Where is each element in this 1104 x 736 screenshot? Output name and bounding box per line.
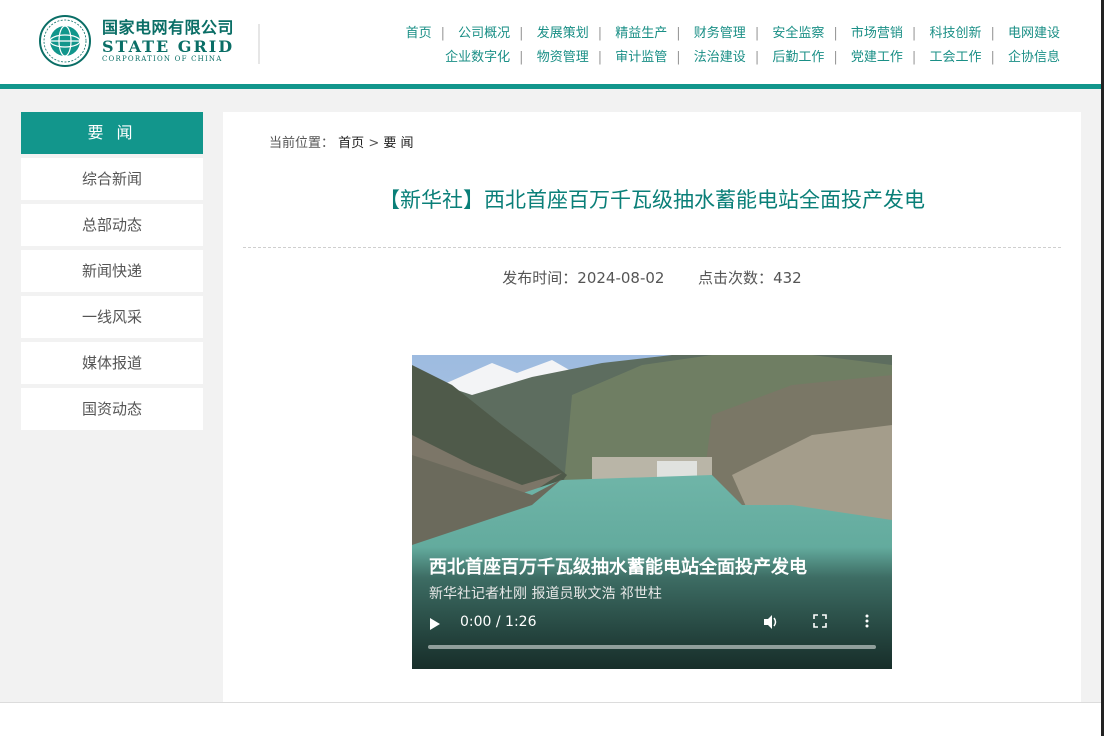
logo[interactable]: 国家电网有限公司 STATE GRID CORPORATION OF CHINA (38, 14, 234, 68)
nav-separator: | (754, 50, 760, 65)
logo-divider (258, 24, 260, 64)
nav-item-innovation[interactable]: 科技创新 (929, 26, 981, 41)
nav-separator: | (597, 26, 603, 41)
nav-item-lean-production[interactable]: 精益生产 (615, 26, 667, 41)
nav-separator: | (833, 26, 838, 41)
nav-item-safety[interactable]: 安全监察 (772, 26, 824, 41)
logo-english-name: STATE GRID (102, 36, 235, 56)
nav-item-home[interactable]: 首页 (406, 26, 432, 41)
nav-item-marketing[interactable]: 市场营销 (851, 26, 903, 41)
nav-separator: | (440, 26, 446, 41)
sidebar: 要 闻 综合新闻 总部动态 新闻快递 一线风采 媒体报道 国资动态 (21, 112, 203, 430)
logo-chinese-name: 国家电网有限公司 (102, 17, 235, 37)
video-credits: 新华社记者杜刚 报道员耿文浩 祁世柱 (429, 586, 662, 602)
nav-separator: | (990, 50, 995, 65)
article-panel: 当前位置： 首页 > 要 闻 【新华社】西北首座百万千瓦级抽水蓄能电站全面投产发… (223, 112, 1081, 703)
title-divider (243, 247, 1061, 248)
nav-item-development-planning[interactable]: 发展策划 (537, 26, 589, 41)
nav-separator: | (676, 50, 681, 65)
logo-english-subtitle: CORPORATION OF CHINA (102, 54, 223, 63)
nav-separator: | (990, 26, 995, 41)
site-header: 国家电网有限公司 STATE GRID CORPORATION OF CHINA… (0, 0, 1104, 86)
nav-item-union[interactable]: 工会工作 (929, 50, 981, 65)
sidebar-item-frontline[interactable]: 一线风采 (21, 296, 203, 338)
video-time: 0:00 / 1:26 (460, 614, 537, 630)
fullscreen-icon[interactable] (813, 614, 827, 632)
video-player[interactable]: 西北首座百万千瓦级抽水蓄能电站全面投产发电 新华社记者杜刚 报道员耿文浩 祁世柱… (412, 355, 892, 669)
click-count: 432 (773, 269, 802, 287)
publish-label: 发布时间： (502, 269, 578, 287)
sidebar-item-sasac-updates[interactable]: 国资动态 (21, 388, 203, 430)
nav-row-1: 首页 | 公司概况 | 发展策划 | 精益生产 | 财务管理 | 安全监察 | 市场营销 | … (406, 22, 1060, 46)
nav-separator: | (911, 26, 917, 41)
nav-separator: | (911, 50, 917, 65)
nav-item-association[interactable]: 企协信息 (1008, 50, 1060, 65)
video-title: 西北首座百万千瓦级抽水蓄能电站全面投产发电 (429, 557, 807, 578)
article-meta: 发布时间：2024-08-02 点击次数：432 (223, 267, 1081, 288)
nav-separator: | (519, 26, 524, 41)
nav-row-2: 企业数字化 | 物资管理 | 审计监管 | 法治建设 | 后勤工作 | 党建工作 | 工会工… (406, 46, 1060, 70)
nav-item-grid-construction[interactable]: 电网建设 (1008, 26, 1060, 41)
nav-separator: | (597, 50, 603, 65)
volume-icon[interactable] (762, 614, 780, 634)
breadcrumb-separator: > (368, 136, 380, 151)
nav-item-finance[interactable]: 财务管理 (694, 26, 746, 41)
nav-item-logistics[interactable]: 后勤工作 (772, 50, 824, 65)
article-title: 【新华社】西北首座百万千瓦级抽水蓄能电站全面投产发电 (379, 188, 925, 212)
breadcrumb: 当前位置： 首页 > 要 闻 (269, 132, 414, 151)
nav-item-materials[interactable]: 物资管理 (537, 50, 589, 65)
nav-item-digitalization[interactable]: 企业数字化 (445, 50, 510, 65)
sidebar-item-media-reports[interactable]: 媒体报道 (21, 342, 203, 384)
sidebar-heading[interactable]: 要 闻 (21, 112, 203, 154)
more-options-icon[interactable] (865, 614, 869, 632)
breadcrumb-prefix: 当前位置： (269, 136, 335, 151)
nav-separator: | (676, 26, 681, 41)
nav-item-party-building[interactable]: 党建工作 (851, 50, 903, 65)
nav-item-legal[interactable]: 法治建设 (694, 50, 746, 65)
sidebar-item-general-news[interactable]: 综合新闻 (21, 158, 203, 200)
sidebar-item-news-express[interactable]: 新闻快递 (21, 250, 203, 292)
breadcrumb-home[interactable]: 首页 (338, 136, 364, 151)
video-controls: 0:00 / 1:26 (412, 609, 892, 641)
footer-divider (0, 702, 1102, 703)
nav-separator: | (754, 26, 760, 41)
state-grid-emblem-icon (39, 15, 91, 67)
nav-separator: | (833, 50, 838, 65)
video-progress-bar[interactable] (428, 645, 876, 649)
nav-item-audit[interactable]: 审计监管 (615, 50, 667, 65)
sidebar-item-hq-updates[interactable]: 总部动态 (21, 204, 203, 246)
nav-item-company-overview[interactable]: 公司概况 (458, 26, 510, 41)
clicks-label: 点击次数： (698, 269, 774, 287)
breadcrumb-current[interactable]: 要 闻 (383, 136, 413, 151)
nav-separator: | (519, 50, 524, 65)
main-nav: 首页 | 公司概况 | 发展策划 | 精益生产 | 财务管理 | 安全监察 | 市场营销 | … (406, 22, 1060, 70)
publish-date: 2024-08-02 (577, 269, 665, 287)
play-icon[interactable] (430, 618, 440, 630)
